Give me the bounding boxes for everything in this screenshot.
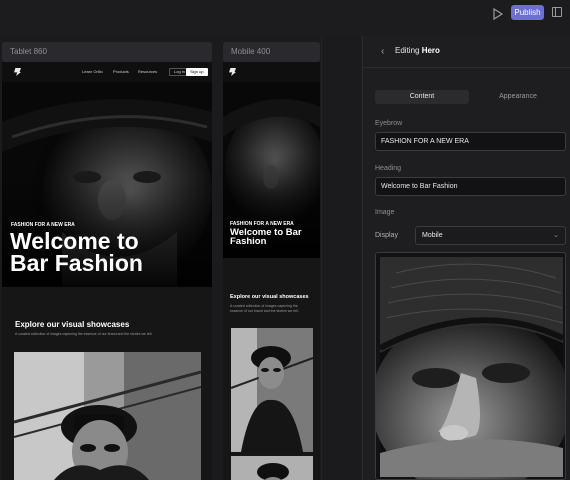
tab-appearance[interactable]: Appearance <box>471 90 565 104</box>
chevron-left-icon[interactable]: ‹ <box>381 46 384 57</box>
properties-panel: ‹ Editing Hero Content Appearance Eyebro… <box>362 36 570 480</box>
display-select-value: Mobile <box>422 232 443 239</box>
eyebrow-input[interactable]: FASHION FOR A NEW ERA <box>375 132 566 151</box>
image-preview[interactable] <box>375 252 566 480</box>
display-label: Display <box>375 232 398 239</box>
display-select[interactable]: Mobile ⌄ <box>415 226 566 245</box>
mobile-showcase-image-1 <box>231 328 313 452</box>
mobile-showcase-image-2 <box>231 456 313 480</box>
image-label: Image <box>375 209 395 216</box>
nav-link-products[interactable]: Products <box>113 69 129 74</box>
tab-content[interactable]: Content <box>375 90 469 104</box>
mobile-frame[interactable]: FASHION FOR A NEW ERA Welcome to Bar Fas… <box>223 62 320 480</box>
heading-label: Heading <box>375 165 402 172</box>
signup-button[interactable]: Sign up <box>186 68 208 76</box>
heading-input[interactable]: Welcome to Bar Fashion <box>375 177 566 196</box>
tablet-frame-label[interactable]: Tablet 860 <box>2 42 212 62</box>
nav-link-resources[interactable]: Resources <box>138 69 157 74</box>
mobile-showcase-title: Explore our visual showcases <box>230 294 309 300</box>
panel-toggle-icon[interactable] <box>552 7 562 17</box>
tablet-frame[interactable]: Learn Orillo Products Resources Log in S… <box>2 62 212 480</box>
site-navbar: Learn Orillo Products Resources Log in S… <box>2 62 212 82</box>
panel-header: ‹ Editing Hero <box>363 36 570 68</box>
top-toolbar: Publish <box>0 0 570 28</box>
hero-heading: Welcome to Bar Fashion <box>10 228 143 276</box>
eyebrow-label: Eyebrow <box>375 120 403 127</box>
showcase-subtitle: A curated collection of images capturing… <box>15 332 153 336</box>
showcase-title: Explore our visual showcases <box>15 320 130 329</box>
canvas-divider <box>321 36 322 480</box>
play-icon[interactable] <box>492 7 504 21</box>
mobile-hero-heading: Welcome to Bar Fashion <box>230 227 302 248</box>
image-preview-photo <box>376 257 565 479</box>
showcase-image <box>14 352 201 480</box>
nav-link-learn[interactable]: Learn Orillo <box>82 69 103 74</box>
mobile-showcase-subtitle: A curated collection of images capturing… <box>230 304 299 313</box>
panel-title: Editing Hero <box>395 46 440 55</box>
mobile-frame-label[interactable]: Mobile 400 <box>223 42 320 62</box>
mobile-brand-logo[interactable] <box>229 68 236 76</box>
mobile-navbar <box>223 62 320 82</box>
publish-button[interactable]: Publish <box>511 5 544 20</box>
brand-logo[interactable] <box>14 68 21 76</box>
chevron-down-icon: ⌄ <box>553 232 559 239</box>
panel-tabs: Content Appearance <box>375 90 565 104</box>
editor-window: Publish Tablet 860 Mobile 400 Learn Oril… <box>0 0 570 480</box>
